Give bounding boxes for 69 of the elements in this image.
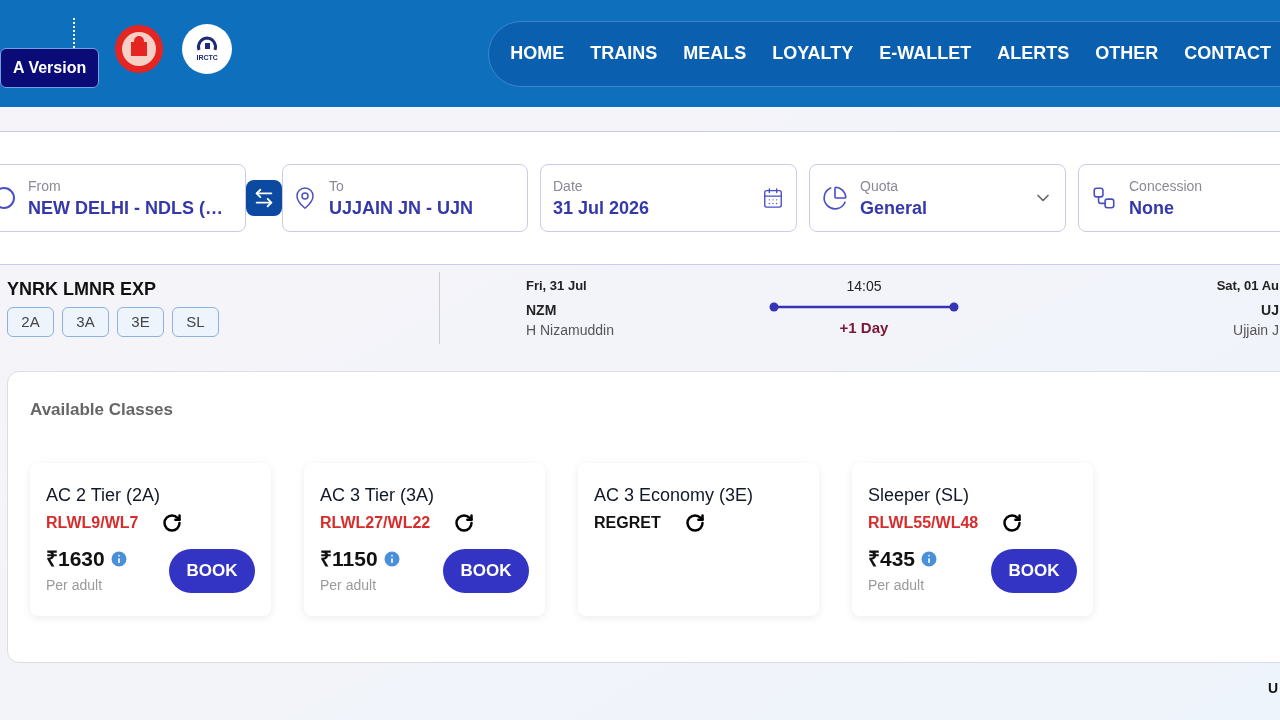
arrival-date: Sat, 01 Au <box>1216 277 1279 295</box>
swap-button[interactable] <box>246 180 282 216</box>
availability-status: RLWL9/WL7 <box>46 512 139 533</box>
nodes-icon <box>1091 185 1117 211</box>
availability-status: REGRET <box>594 512 661 533</box>
field-value: None <box>1129 197 1175 220</box>
swap-arrows-icon <box>253 187 275 209</box>
info-icon[interactable] <box>108 548 129 569</box>
class-name: AC 3 Economy (3E) <box>594 483 755 507</box>
nav-link[interactable]: CONTACT <box>1184 40 1271 67</box>
nav-link[interactable]: HOME <box>510 40 565 67</box>
fare-unit: Per adult <box>46 575 104 595</box>
class-name: Sleeper (SL) <box>868 483 971 507</box>
fare-unit: Per adult <box>320 575 378 595</box>
search-field[interactable]: To UJJAIN JN - UJN <box>282 164 528 232</box>
nav-link[interactable]: TRAINS <box>590 40 658 67</box>
fare-unit: Per adult <box>868 575 926 595</box>
arrival-code: UJ <box>1261 301 1279 320</box>
field-label: From <box>28 177 62 196</box>
map-pin-icon <box>293 186 317 210</box>
availability-status: RLWL55/WL48 <box>868 512 979 533</box>
search-field[interactable]: Date 31 Jul 2026 <box>540 164 797 232</box>
nav-link[interactable]: MEALS <box>683 40 747 67</box>
availability-status: RLWL27/WL22 <box>320 512 431 533</box>
book-button[interactable]: BOOK <box>443 549 529 593</box>
refresh-icon[interactable] <box>454 512 475 533</box>
field-label: Quota <box>860 177 900 196</box>
field-value: UJJAIN JN - UJN <box>329 197 475 220</box>
book-button[interactable]: BOOK <box>991 549 1077 593</box>
departure-station: H Nizamuddin <box>526 321 615 340</box>
class-chip[interactable]: 2A <box>7 307 54 337</box>
section-title: Available Classes <box>30 399 174 421</box>
nav-link[interactable]: OTHER <box>1095 40 1159 67</box>
footer-text: U <box>1267 679 1278 698</box>
class-chip[interactable]: 3E <box>117 307 164 337</box>
book-button[interactable]: BOOK <box>169 549 255 593</box>
class-name: AC 3 Tier (3A) <box>320 483 436 507</box>
nav-link[interactable]: LOYALTY <box>772 40 854 67</box>
search-field[interactable]: From NEW DELHI - NDLS (… <box>0 164 246 232</box>
refresh-icon[interactable] <box>1002 512 1023 533</box>
field-label: Concession <box>1129 177 1204 196</box>
class-chip[interactable]: SL <box>172 307 219 337</box>
field-label: To <box>329 177 345 196</box>
departure-code: NZM <box>526 301 558 320</box>
field-label: Date <box>553 177 584 196</box>
nav-link[interactable]: E-WALLET <box>879 40 972 67</box>
fare-amount: ₹1630 <box>46 546 105 571</box>
day-offset: +1 Day <box>839 318 889 339</box>
arrival-station: Ujjain J <box>1233 321 1279 340</box>
info-icon[interactable] <box>919 548 940 569</box>
fare-amount: ₹1150 <box>320 546 378 571</box>
info-icon[interactable] <box>381 548 402 569</box>
search-field[interactable]: Concession None <box>1078 164 1280 232</box>
version-button[interactable]: A Version <box>0 47 100 88</box>
departure-date: Fri, 31 Jul <box>526 277 588 295</box>
field-value: General <box>860 197 929 220</box>
class-chip[interactable]: 3A <box>62 307 109 337</box>
field-value: 31 Jul 2026 <box>553 197 651 220</box>
fare-amount: ₹435 <box>868 546 916 571</box>
train-name: YNRK LMNR EXP <box>7 279 157 299</box>
refresh-icon[interactable] <box>162 512 183 533</box>
search-field[interactable]: Quota General <box>809 164 1066 232</box>
refresh-icon[interactable] <box>684 512 705 533</box>
field-value: NEW DELHI - NDLS (… <box>28 197 223 220</box>
pie-chart-icon <box>822 185 848 211</box>
class-name: AC 2 Tier (2A) <box>46 483 162 507</box>
nav-link[interactable]: ALERTS <box>997 40 1070 67</box>
journey-duration: 14:05 <box>846 277 882 297</box>
calendar-icon[interactable] <box>762 187 784 209</box>
